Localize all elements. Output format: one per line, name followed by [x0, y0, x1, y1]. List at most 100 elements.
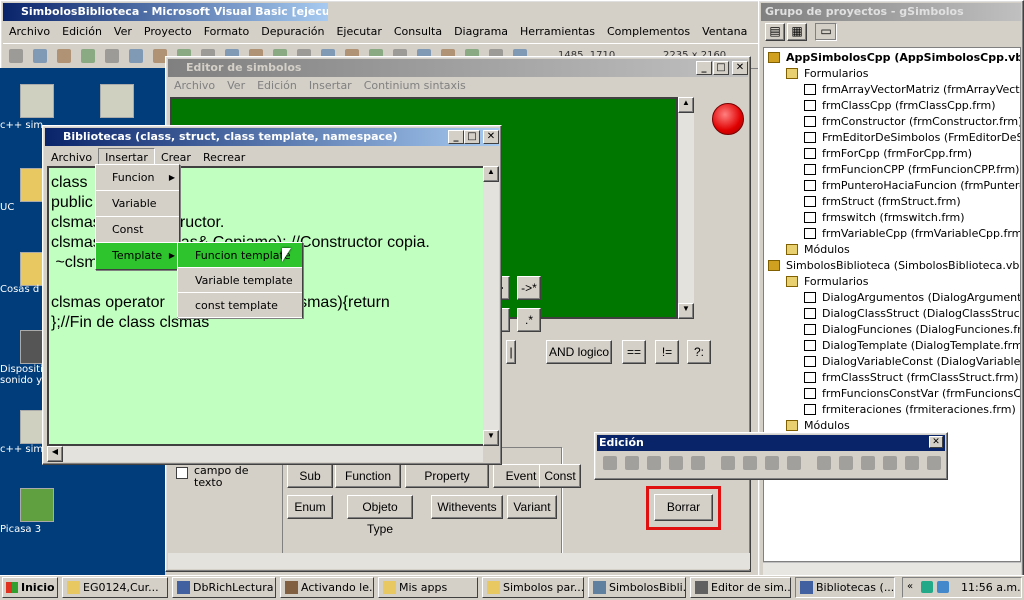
- taskbar-button[interactable]: Editor de sim...: [690, 577, 791, 598]
- bibl-menu-3[interactable]: Recrear: [197, 149, 251, 167]
- insert-menu-item[interactable]: Const: [96, 217, 179, 243]
- view-code-button[interactable]: ▤: [765, 23, 785, 41]
- editor-menu-0[interactable]: Archivo: [168, 77, 221, 95]
- bibl-close-button[interactable]: ✕: [483, 130, 499, 144]
- type-button[interactable]: Const: [539, 464, 581, 488]
- editor-menu-4[interactable]: Continium sintaxis: [358, 77, 472, 95]
- tree-item[interactable]: frmArrayVectorMatriz (frmArrayVectorMatr…: [764, 82, 1020, 98]
- view-object-button[interactable]: ▦: [787, 23, 807, 41]
- edicion-tool-icon[interactable]: [817, 456, 831, 470]
- tree-item[interactable]: DialogFunciones (DialogFunciones.frm): [764, 322, 1020, 338]
- symbol-button[interactable]: .*: [517, 308, 541, 332]
- taskbar-button[interactable]: Simbolos par...: [482, 577, 584, 598]
- menu-5[interactable]: Depuración: [255, 23, 330, 41]
- edicion-tool-icon[interactable]: [883, 456, 897, 470]
- toolbar-tool-icon[interactable]: [57, 49, 71, 63]
- editor-menu-3[interactable]: Insertar: [303, 77, 358, 95]
- toggle-folders-button[interactable]: ▭: [815, 23, 837, 41]
- taskbar-button[interactable]: Activando le...: [280, 577, 374, 598]
- edicion-tool-icon[interactable]: [861, 456, 875, 470]
- code-hscroll[interactable]: ◀: [47, 446, 483, 462]
- edicion-tool-icon[interactable]: [647, 456, 661, 470]
- editor-vscroll[interactable]: ▲ ▼: [678, 97, 694, 319]
- tree-item[interactable]: DialogVariableConst (DialogVariableConst…: [764, 354, 1020, 370]
- taskbar-button[interactable]: EG0124,Cur...: [62, 577, 168, 598]
- tree-item[interactable]: DialogArgumentos (DialogArgumentos.frm): [764, 290, 1020, 306]
- editor-hscroll[interactable]: [168, 553, 750, 569]
- edicion-tool-icon[interactable]: [721, 456, 735, 470]
- menu-7[interactable]: Consulta: [388, 23, 448, 41]
- symbol-button[interactable]: ?:: [687, 340, 711, 364]
- symbol-button[interactable]: ==: [622, 340, 646, 364]
- menu-6[interactable]: Ejecutar: [330, 23, 387, 41]
- type-button[interactable]: Enum: [287, 495, 333, 519]
- menu-4[interactable]: Formato: [198, 23, 256, 41]
- tree-item[interactable]: frmFuncionsConstVar (frmFuncionsConstVar…: [764, 386, 1020, 402]
- type-button[interactable]: Variant: [507, 495, 557, 519]
- edicion-close-button[interactable]: ✕: [929, 436, 943, 448]
- edicion-tool-icon[interactable]: [927, 456, 941, 470]
- edicion-tool-icon[interactable]: [743, 456, 757, 470]
- tree-item[interactable]: frmVariableCpp (frmVariableCpp.frm): [764, 226, 1020, 242]
- type-button[interactable]: Function: [335, 464, 401, 488]
- toolbar-tool-icon[interactable]: [105, 49, 119, 63]
- tree-item[interactable]: Formularios: [764, 66, 1020, 82]
- tree-item[interactable]: DialogClassStruct (DialogClassStruct.frm…: [764, 306, 1020, 322]
- toolbar-tool-icon[interactable]: [81, 49, 95, 63]
- menu-11[interactable]: Ventana: [696, 23, 753, 41]
- toolbar-tool-icon[interactable]: [129, 49, 143, 63]
- menu-10[interactable]: Complementos: [601, 23, 696, 41]
- editor-close-button[interactable]: ✕: [732, 61, 748, 75]
- type-button[interactable]: Property: [405, 464, 489, 488]
- symbol-button[interactable]: ->*: [517, 276, 541, 300]
- template-menu-item[interactable]: const template: [178, 293, 302, 318]
- menu-8[interactable]: Diagrama: [448, 23, 514, 41]
- bibl-minimize-button[interactable]: _: [448, 130, 464, 144]
- bibl-menu-0[interactable]: Archivo: [45, 149, 98, 167]
- start-button[interactable]: Inicio: [2, 577, 58, 598]
- toolbar-tool-icon[interactable]: [33, 49, 47, 63]
- desktop-icon[interactable]: [100, 84, 134, 118]
- type-button[interactable]: Sub: [287, 464, 333, 488]
- desktop-icon[interactable]: [20, 488, 54, 522]
- borrar-button[interactable]: Borrar: [654, 494, 713, 521]
- edicion-tool-icon[interactable]: [905, 456, 919, 470]
- menu-2[interactable]: Ver: [108, 23, 138, 41]
- edicion-tool-icon[interactable]: [839, 456, 853, 470]
- tree-item[interactable]: FrmEditorDeSimbolos (FrmEditorDeSimbolos…: [764, 130, 1020, 146]
- tree-item[interactable]: Formularios: [764, 274, 1020, 290]
- type-button[interactable]: Withevents: [431, 495, 503, 519]
- tree-item[interactable]: frmPunteroHaciaFuncion (frmPunteroHaciaF…: [764, 178, 1020, 194]
- editor-minimize-button[interactable]: _: [696, 61, 712, 75]
- toolbar-tool-icon[interactable]: [9, 49, 23, 63]
- insert-menu-item[interactable]: Variable: [96, 191, 179, 217]
- record-button-icon[interactable]: [712, 103, 744, 135]
- tree-item[interactable]: frmFuncionCPP (frmFuncionCPP.frm): [764, 162, 1020, 178]
- menu-3[interactable]: Proyecto: [138, 23, 198, 41]
- tray-chevron-icon[interactable]: «: [907, 581, 913, 592]
- type-button[interactable]: Objeto Type: [347, 495, 413, 536]
- editor-menu-1[interactable]: Ver: [221, 77, 251, 95]
- taskbar-button[interactable]: DbRichLectura: [172, 577, 276, 598]
- taskbar-button[interactable]: Mis apps: [378, 577, 478, 598]
- tray-printer-icon[interactable]: [937, 581, 949, 593]
- template-menu-item[interactable]: Variable template: [178, 268, 302, 293]
- menu-1[interactable]: Edición: [56, 23, 108, 41]
- tree-item[interactable]: frmClassCpp (frmClassCpp.frm): [764, 98, 1020, 114]
- editor-menu-2[interactable]: Edición: [251, 77, 303, 95]
- edicion-tool-icon[interactable]: [787, 456, 801, 470]
- symbol-button[interactable]: |: [506, 340, 516, 364]
- tree-item[interactable]: frmswitch (frmswitch.frm): [764, 210, 1020, 226]
- menu-0[interactable]: Archivo: [3, 23, 56, 41]
- tree-item[interactable]: Módulos: [764, 242, 1020, 258]
- tree-item[interactable]: frmStruct (frmStruct.frm): [764, 194, 1020, 210]
- tree-item[interactable]: frmClassStruct (frmClassStruct.frm): [764, 370, 1020, 386]
- menu-9[interactable]: Herramientas: [514, 23, 601, 41]
- tree-item[interactable]: DialogTemplate (DialogTemplate.frm): [764, 338, 1020, 354]
- tree-item[interactable]: AppSimbolosCpp (AppSimbolosCpp.vbp): [764, 50, 1020, 66]
- desktop-icon[interactable]: [20, 84, 54, 118]
- taskbar-button[interactable]: SimbolosBibli...: [588, 577, 686, 598]
- symbol-button[interactable]: !=: [655, 340, 679, 364]
- bibl-maximize-button[interactable]: □: [464, 130, 480, 144]
- campo-checkbox[interactable]: [176, 467, 188, 479]
